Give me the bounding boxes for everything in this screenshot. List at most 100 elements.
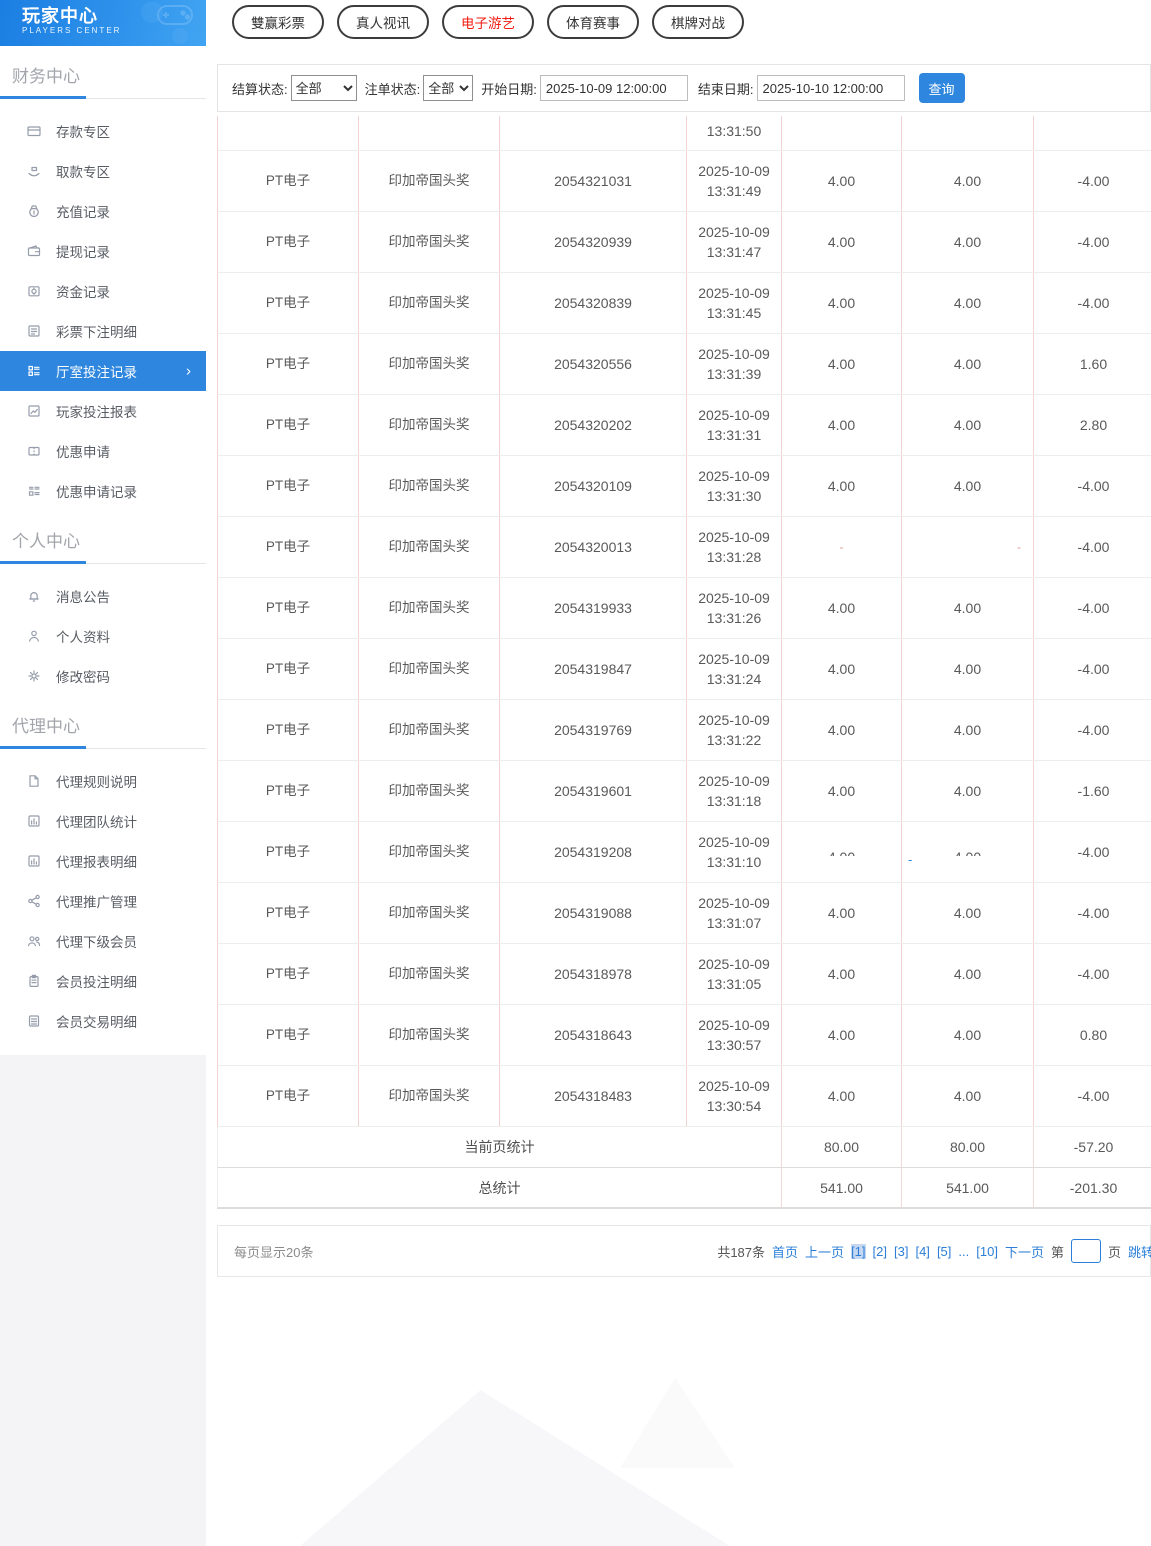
table-cell: 4.00 <box>902 456 1034 516</box>
section-title: 财务中心 <box>12 67 80 86</box>
table-cell: 2054320109 <box>500 456 687 516</box>
tab-item[interactable]: 真人视讯 <box>337 5 429 39</box>
table-cell: PT电子 <box>218 151 359 211</box>
table-cell: PT电子 <box>218 700 359 760</box>
table-cell: PT电子 <box>218 517 359 577</box>
table-row: PT电子 印加帝国头奖 2054320939 2025-10-09 13:31:47 4.… <box>217 212 1151 273</box>
tab-item[interactable]: 雙赢彩票 <box>232 5 324 39</box>
sidebar-item[interactable]: 代理推广管理 <box>0 881 206 921</box>
page-link[interactable]: [5] <box>937 1244 951 1259</box>
table-cell: -4.00 <box>1034 517 1151 577</box>
page-link[interactable]: [3] <box>894 1244 908 1259</box>
table-cell: - <box>782 517 902 577</box>
sidebar-item[interactable]: 修改密码 <box>0 656 206 696</box>
sidebar-item[interactable]: 彩票下注明细 <box>0 311 206 351</box>
table-row: PT电子 印加帝国头奖 2054320109 2025-10-09 13:31:30 4.… <box>217 456 1151 517</box>
page-link[interactable]: [2] <box>873 1244 887 1259</box>
sidebar-item[interactable]: 个人资料 <box>0 616 206 656</box>
table-cell: 4.00 <box>902 761 1034 821</box>
trade-icon <box>28 1015 40 1027</box>
table-cell: - <box>902 517 1034 577</box>
table-cell: 印加帝国头奖 <box>359 517 500 577</box>
sidebar-item-label: 代理报表明细 <box>56 855 137 870</box>
table-cell: PT电子 <box>218 578 359 638</box>
page-stats-row: 当前页统计 80.00 80.00 -57.20 <box>217 1127 1151 1168</box>
end-date-label: 结束日期: <box>697 81 754 97</box>
prev-page-link[interactable]: 上一页 <box>805 1242 844 1261</box>
bell-icon <box>29 592 39 602</box>
sidebar-item[interactable]: 玩家投注报表 <box>0 391 206 431</box>
sidebar-item[interactable]: 存款专区 <box>0 111 206 151</box>
table-cell: 印加帝国头奖 <box>359 822 500 882</box>
table-cell: 2025-10-09 13:31:31 <box>687 395 782 455</box>
sidebar-item[interactable]: 优惠申请 <box>0 431 206 471</box>
sidebar-item[interactable]: 会员投注明细 <box>0 961 206 1001</box>
table-cell: 4.00 <box>782 883 902 943</box>
page-ellipsis: ... <box>958 1243 970 1259</box>
jump-page-input[interactable] <box>1070 1239 1101 1263</box>
table-cell: PT电子 <box>218 639 359 699</box>
sidebar-item[interactable]: 提现记录 <box>0 231 206 271</box>
sidebar-item[interactable]: 优惠申请记录 <box>0 471 206 511</box>
end-date-input[interactable] <box>756 75 905 101</box>
settle-status-select[interactable]: 全部 <box>290 75 357 101</box>
sidebar-item[interactable]: 取款专区 <box>0 151 206 191</box>
sidebar-item-label: 优惠申请记录 <box>56 485 137 500</box>
page-link[interactable]: [1] <box>851 1243 866 1259</box>
table-cell: -4.00 <box>1034 883 1151 943</box>
table-cell: 4.00- <box>902 822 1034 882</box>
table-cell: 印加帝国头奖 <box>359 578 500 638</box>
table-cell: PT电子 <box>218 883 359 943</box>
first-page-link[interactable]: 首页 <box>772 1242 798 1261</box>
table-cell: PT电子 <box>218 334 359 394</box>
tab-item[interactable]: 棋牌对战 <box>652 5 744 39</box>
sidebar-item[interactable]: 代理下级会员 <box>0 921 206 961</box>
search-button[interactable]: 查询 <box>918 73 965 103</box>
sidebar-item[interactable]: 厅室投注记录 › <box>0 351 206 391</box>
table-cell: PT电子 <box>218 822 359 882</box>
list-icon <box>28 325 40 337</box>
sidebar-item[interactable]: 充值记录 <box>0 191 206 231</box>
tab-item[interactable]: 体育赛事 <box>547 5 639 39</box>
table-row: PT电子 印加帝国头奖 2054319601 2025-10-09 13:31:18 4.… <box>217 761 1151 822</box>
table-cell: 4.00 <box>782 456 902 516</box>
sidebar-item[interactable]: 代理规则说明 <box>0 761 206 801</box>
table-cell: 印加帝国头奖 <box>359 334 500 394</box>
table-cell: 2025-10-09 13:31:05 <box>687 944 782 1004</box>
order-status-select[interactable]: 全部 <box>423 75 474 101</box>
table-cell: 2025-10-09 13:31:24 <box>687 639 782 699</box>
table-cell: 2025-10-09 13:31:30 <box>687 456 782 516</box>
sidebar-item-label: 优惠申请 <box>56 445 110 460</box>
table-cell: 2054318483 <box>500 1066 687 1126</box>
jump-button[interactable]: 跳转 <box>1128 1242 1151 1261</box>
sidebar-item-label: 彩票下注明细 <box>56 325 137 340</box>
page-stats-valid: 80.00 <box>902 1127 1034 1167</box>
table-row: PT电子 印加帝国头奖 2054319088 2025-10-09 13:31:07 4.… <box>217 883 1151 944</box>
table-cell: 印加帝国头奖 <box>359 944 500 1004</box>
tab-active[interactable]: 电子游艺 <box>442 5 534 39</box>
sidebar-item[interactable]: 代理报表明细 <box>0 841 206 881</box>
table-cell: 4.00 <box>902 700 1034 760</box>
table-cell: 4.00 <box>782 822 902 882</box>
table-cell: -1.60 <box>1034 761 1151 821</box>
sidebar-item[interactable]: 会员交易明细 <box>0 1001 206 1041</box>
sidebar-item[interactable]: 资金记录 <box>0 271 206 311</box>
sidebar-item[interactable]: 消息公告 <box>0 576 206 616</box>
sidebar-item-label: 代理推广管理 <box>56 895 137 910</box>
table-row: PT电子 印加帝国头奖 2054321031 2025-10-09 13:31:49 4.… <box>217 151 1151 212</box>
table-cell: 2054319088 <box>500 883 687 943</box>
sidebar-item[interactable]: 代理团队统计 <box>0 801 206 841</box>
next-page-link[interactable]: 下一页 <box>1005 1242 1044 1261</box>
table-cell: 0.80 <box>1034 1005 1151 1065</box>
table-cell: 2025-10-09 13:30:54 <box>687 1066 782 1126</box>
wallet-icon <box>27 245 41 257</box>
table-cell: -4.00 <box>1034 639 1151 699</box>
table-cell: PT电子 <box>218 273 359 333</box>
start-date-input[interactable] <box>539 75 688 101</box>
page-link[interactable]: [4] <box>915 1244 929 1259</box>
table-cell: -4.00 <box>1034 212 1151 272</box>
jump-suffix-label: 页 <box>1107 1244 1121 1260</box>
table-cell: 2025-10-09 13:31:45 <box>687 273 782 333</box>
table-row: PT电子 印加帝国头奖 2054319847 2025-10-09 13:31:24 4.… <box>217 639 1151 700</box>
page-link-last[interactable]: [10] <box>976 1244 998 1259</box>
